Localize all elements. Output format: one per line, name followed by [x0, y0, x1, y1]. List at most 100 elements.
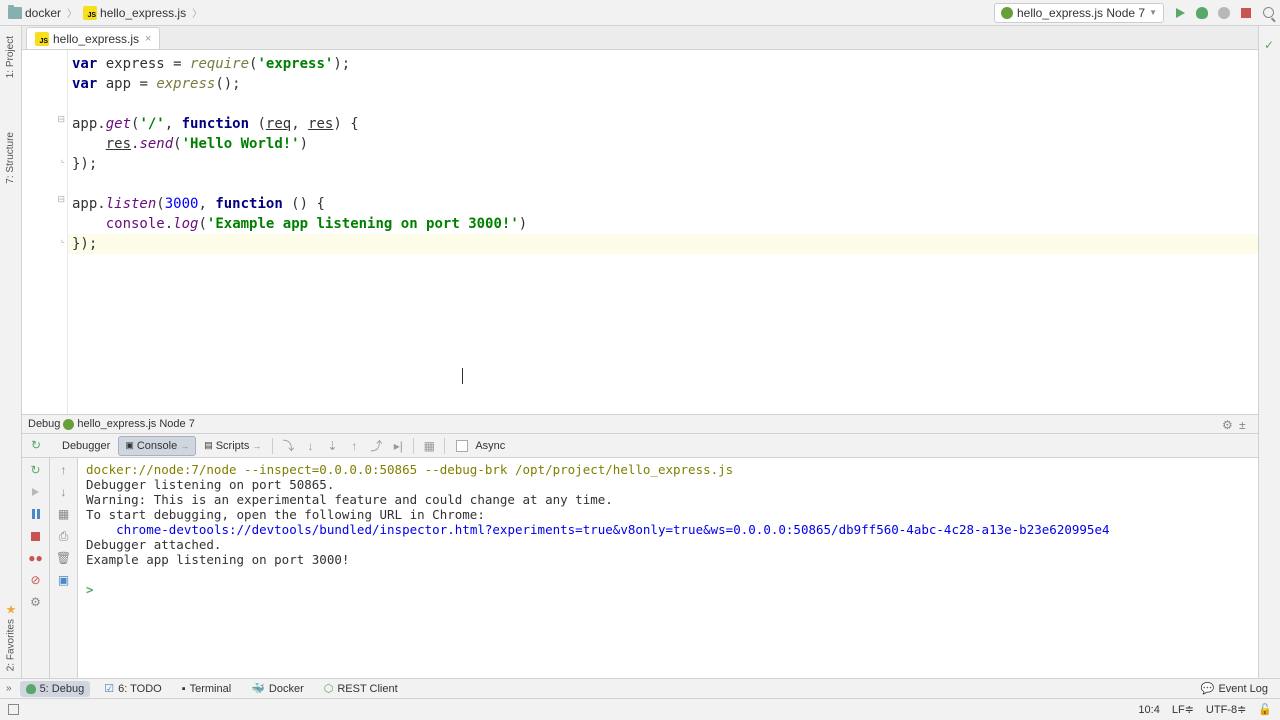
stop-button[interactable] [1238, 5, 1254, 21]
fold-marker-icon[interactable]: ⊟ [57, 194, 65, 205]
debug-config-label: hello_express.js Node 7 [77, 418, 194, 430]
breadcrumb-file-label: hello_express.js [100, 6, 186, 20]
debug-label: Debug [28, 418, 60, 430]
todo-tool-tab[interactable]: ☑6: TODO [98, 680, 167, 697]
editor-tab-bar: JS hello_express.js × [22, 26, 1258, 50]
terminal-tool-tab[interactable]: ▪Terminal [176, 681, 237, 697]
run-configuration-selector[interactable]: hello_express.js Node 7 ▼ [994, 3, 1164, 23]
settings-icon[interactable]: ⚙ [1222, 418, 1235, 431]
layout-button[interactable]: ▦ [56, 506, 72, 522]
fold-end-icon[interactable]: ⌞ [61, 234, 65, 245]
debug-button[interactable] [1194, 5, 1210, 21]
close-tab-button[interactable]: × [145, 33, 151, 45]
text-cursor [462, 368, 463, 384]
run-button[interactable] [1172, 5, 1188, 21]
clear-button[interactable]: 🗑 [56, 550, 72, 566]
search-icon [1263, 7, 1274, 18]
fold-marker-icon[interactable]: ⊟ [57, 114, 65, 125]
navigation-bar: docker 〉 JS hello_express.js 〉 hello_exp… [0, 0, 1280, 26]
evaluate-expression-button[interactable]: ▦ [419, 436, 439, 456]
step-over-button[interactable]: ⤵ [278, 436, 298, 456]
toolbar-actions [1172, 5, 1276, 21]
stop-icon [1241, 8, 1251, 18]
run-config-label: hello_express.js Node 7 [1017, 6, 1145, 20]
console-tab[interactable]: ▣Console→ [118, 436, 196, 456]
chevron-right-icon: 〉 [192, 5, 202, 20]
code-editor[interactable]: ⊟ ⌞ ⊟ ⌞ var express = require('express')… [22, 50, 1258, 414]
docker-tool-tab[interactable]: 🐳Docker [245, 680, 310, 697]
lock-icon[interactable]: 🔓 [1258, 703, 1272, 716]
watch-button[interactable]: ▣ [56, 572, 72, 588]
project-tool-tab[interactable]: 1: Project [3, 30, 18, 84]
file-encoding[interactable]: UTF-8≑ [1206, 703, 1246, 716]
breadcrumb-folder[interactable]: docker [4, 4, 65, 22]
rerun-button[interactable]: ↻ [28, 462, 44, 478]
hide-panel-icon[interactable]: ± [1239, 418, 1252, 431]
fold-end-icon[interactable]: ⌞ [61, 154, 65, 165]
console-line: Debugger attached. [86, 537, 1250, 552]
left-tool-panel: 1: Project 7: Structure 2: Favorites★ » [0, 26, 22, 698]
bug-icon [1196, 7, 1208, 19]
code-area[interactable]: var express = require('express'); var ap… [68, 50, 1258, 414]
console-line [86, 567, 1250, 582]
breadcrumb-file[interactable]: JS hello_express.js [79, 4, 190, 22]
star-icon: ★ [4, 602, 18, 616]
debug-toolbar: Debugger ▣Console→ ▤Scripts→ ⤵ ↓ ⇣ ↑ ⤴ ▸… [22, 434, 1258, 458]
force-step-into-button[interactable]: ⇣ [322, 436, 342, 456]
mute-breakpoints-button[interactable]: ⊘ [28, 572, 44, 588]
js-file-icon: JS [35, 32, 49, 46]
console-line: To start debugging, open the following U… [86, 507, 1250, 522]
nodejs-icon [1001, 7, 1013, 19]
bug-icon [26, 684, 36, 694]
search-everywhere-button[interactable] [1260, 5, 1276, 21]
up-stack-button[interactable]: ↑ [56, 462, 72, 478]
run-to-cursor-button[interactable]: ▸| [388, 436, 408, 456]
scripts-tab[interactable]: ▤Scripts→ [198, 437, 267, 455]
nodejs-icon [63, 419, 74, 430]
resume-icon [32, 488, 39, 496]
breadcrumb-folder-label: docker [25, 6, 61, 20]
step-out-button[interactable]: ↑ [344, 436, 364, 456]
rerun-button-toolbar[interactable]: ↻ [28, 437, 44, 453]
status-bar: 10:4 LF≑ UTF-8≑ 🔓 [0, 698, 1280, 720]
filter-button[interactable]: ⎙ [56, 528, 72, 544]
play-icon [1176, 8, 1185, 18]
rest-client-tool-tab[interactable]: ⬡REST Client [318, 680, 404, 697]
async-checkbox[interactable]: Async [450, 437, 511, 455]
console-prompt[interactable]: > [86, 582, 1250, 597]
drop-frame-button[interactable]: ⤴ [366, 436, 386, 456]
step-into-button[interactable]: ↓ [300, 436, 320, 456]
console-line: Example app listening on port 3000! [86, 552, 1250, 567]
debugger-tab[interactable]: Debugger [56, 437, 116, 455]
stop-debug-button[interactable] [28, 528, 44, 544]
debug-session-controls: ↻ ●● ⊘ ⚙ [22, 458, 50, 678]
settings-button[interactable]: ⚙ [28, 594, 44, 610]
console-line: Debugger listening on port 50865. [86, 477, 1250, 492]
down-stack-button[interactable]: ↓ [56, 484, 72, 500]
structure-tool-tab[interactable]: 7: Structure [3, 126, 18, 190]
favorites-tool-tab[interactable]: 2: Favorites★ [2, 596, 20, 677]
bottom-tool-bar: » 5: Debug ☑6: TODO ▪Terminal 🐳Docker ⬡R… [0, 678, 1280, 698]
debug-tool-tab[interactable]: 5: Debug [20, 681, 91, 697]
pause-button[interactable] [28, 506, 44, 522]
checkbox-icon [456, 440, 468, 452]
expand-panel-icon[interactable]: » [6, 683, 12, 694]
editor-tab[interactable]: JS hello_express.js × [26, 27, 160, 49]
resume-button[interactable] [28, 484, 44, 500]
coverage-button[interactable] [1216, 5, 1232, 21]
line-separator[interactable]: LF≑ [1172, 703, 1194, 716]
debug-panel-header: Debug hello_express.js Node 7 ⚙ ± [22, 414, 1258, 434]
inspection-ok-icon[interactable]: ✓ [1264, 38, 1274, 52]
stop-icon [31, 532, 40, 541]
view-breakpoints-button[interactable]: ●● [28, 550, 44, 566]
right-tool-panel [1258, 26, 1280, 698]
cursor-position[interactable]: 10:4 [1138, 704, 1159, 716]
console-link[interactable]: chrome-devtools://devtools/bundled/inspe… [86, 522, 1250, 537]
status-indicator-icon[interactable] [8, 704, 19, 715]
event-log-tool-tab[interactable]: 💬Event Log [1195, 680, 1274, 697]
folder-icon [8, 7, 22, 19]
debug-view-controls: ↑ ↓ ▦ ⎙ 🗑 ▣ [50, 458, 78, 678]
breadcrumb: docker 〉 JS hello_express.js 〉 [4, 4, 202, 22]
console-output[interactable]: docker://node:7/node --inspect=0.0.0.0:5… [78, 458, 1258, 678]
editor-gutter[interactable]: ⊟ ⌞ ⊟ ⌞ [22, 50, 68, 414]
